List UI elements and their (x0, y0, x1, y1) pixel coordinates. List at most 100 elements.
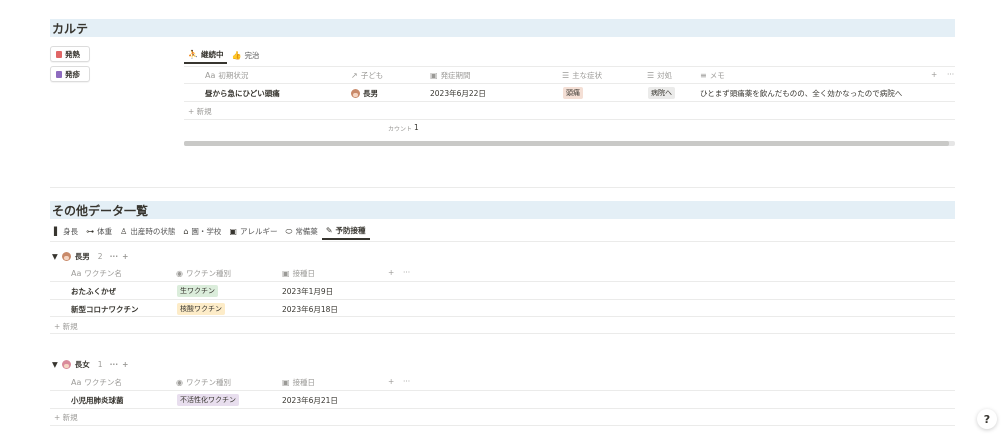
col-label: 接種日 (292, 269, 316, 278)
group-count: 1 (97, 360, 103, 369)
fever-button-label: 発熱 (65, 49, 80, 59)
vaccine-date[interactable]: 2023年6月21日 (282, 395, 338, 406)
add-property-icon[interactable]: + (388, 268, 394, 277)
text-icon: Aa (71, 377, 82, 387)
col-label: 主な症状 (572, 71, 603, 80)
tab-cured-label: 完治 (244, 51, 260, 60)
divider (184, 101, 955, 102)
more-icon[interactable]: ··· (110, 252, 119, 261)
col-label: 初期状況 (218, 71, 249, 80)
col-memo[interactable]: ≡ メモ (700, 70, 725, 81)
fever-button[interactable]: 発熱 (50, 46, 90, 62)
more-icon[interactable]: ··· (110, 360, 119, 369)
tab-label: 身長 (63, 227, 79, 236)
tab-vaccination[interactable]: ✎ 予防接種 (321, 223, 370, 240)
karte-tabs: ⛹ 継続中 👍 完治 (184, 47, 263, 64)
row-initial[interactable]: 昼から急にひどい頭痛 (205, 88, 280, 99)
calendar-icon: ▣ (430, 70, 438, 80)
plus-icon: + (54, 322, 63, 331)
calendar-icon: ▣ (282, 268, 290, 278)
scrollbar-thumb[interactable] (184, 141, 949, 146)
rash-button-label: 発疹 (65, 69, 80, 79)
collapse-icon[interactable]: ▼ (52, 252, 58, 261)
col-initial[interactable]: Aa 初期状況 (205, 70, 248, 81)
other-tabs: ▌ 身長 ⊶ 体重 ♙ 出産時の状態 ⌂ 園・学校 ▣ アレルギー ⬭ 常備薬 ✎ 予防接種 (50, 223, 370, 240)
col-label: メモ (709, 71, 725, 80)
col-label: 接種日 (292, 378, 316, 387)
col-vaccine-date[interactable]: ▣ 接種日 (282, 377, 315, 388)
col-action[interactable]: ☰ 対処 (647, 70, 672, 81)
group-header-daughter[interactable]: ▼ 長女 1 ··· + (52, 359, 128, 370)
karte-new-button[interactable]: + 新規 (188, 106, 212, 117)
col-child[interactable]: ↗ 子ども (351, 70, 383, 81)
tab-label: アレルギー (239, 227, 278, 236)
other-title: その他データ一覧 (52, 204, 149, 218)
symptom-tag[interactable]: 頭痛 (563, 87, 583, 99)
vaccine-date[interactable]: 2023年6月18日 (282, 304, 338, 315)
col-symptom[interactable]: ☰ 主な症状 (562, 70, 602, 81)
vaccine-name[interactable]: 新型コロナワクチン (71, 304, 139, 315)
add-property-icon[interactable]: + (388, 377, 394, 386)
tab-cured[interactable]: 👍 完治 (227, 47, 263, 64)
group-name: 長女 (74, 360, 90, 369)
vaccine-date[interactable]: 2023年1月9日 (282, 286, 333, 297)
add-icon[interactable]: + (122, 360, 128, 369)
tab-ongoing[interactable]: ⛹ 継続中 (184, 47, 228, 64)
plus-icon: + (54, 413, 63, 422)
divider (50, 299, 955, 300)
add-icon[interactable]: + (122, 252, 128, 261)
vaccine-type-tag[interactable]: 不活性化ワクチン (177, 394, 239, 406)
col-vaccine-type[interactable]: ◉ ワクチン種別 (176, 268, 231, 279)
collapse-icon[interactable]: ▼ (52, 360, 58, 369)
row-child-label: 長男 (363, 89, 378, 98)
tab-medicine[interactable]: ⬭ 常備薬 (281, 223, 321, 240)
group-header-son[interactable]: ▼ 長男 2 ··· + (52, 251, 128, 262)
vaccine-name[interactable]: おたふくかぜ (71, 286, 116, 297)
karte-heading: カルテ (50, 19, 955, 37)
vaccine-type-tag[interactable]: 核酸ワクチン (177, 303, 225, 315)
divider (184, 83, 955, 84)
calendar-icon: ▣ (282, 377, 290, 387)
divider (50, 281, 955, 282)
col-label: ワクチン名 (84, 378, 122, 387)
tab-school[interactable]: ⌂ 園・学校 (179, 223, 225, 240)
running-icon: ⛹ (188, 49, 198, 59)
bag-icon: ▣ (229, 226, 237, 236)
col-label: ワクチン名 (84, 269, 122, 278)
action-tag[interactable]: 病院へ (648, 87, 675, 99)
vaccine-name[interactable]: 小児用肺炎球菌 (71, 395, 124, 406)
rash-button[interactable]: 発疹 (50, 66, 90, 82)
more-icon[interactable]: ··· (403, 377, 410, 386)
tab-weight[interactable]: ⊶ 体重 (82, 223, 116, 240)
new-label: 新規 (62, 413, 78, 422)
status-icon: ◉ (176, 268, 183, 278)
vaccine-type-tag[interactable]: 生ワクチン (177, 285, 218, 297)
tab-allergy[interactable]: ▣ アレルギー (225, 223, 281, 240)
son-new-button[interactable]: + 新規 (54, 321, 78, 332)
tab-birth[interactable]: ♙ 出産時の状態 (116, 223, 179, 240)
add-property-icon[interactable]: + (931, 70, 937, 79)
more-icon[interactable]: ··· (403, 268, 410, 277)
relation-icon: ↗ (351, 70, 358, 80)
daughter-new-button[interactable]: + 新規 (54, 412, 78, 423)
more-icon[interactable]: ··· (947, 70, 954, 79)
tab-height[interactable]: ▌ 身長 (50, 223, 82, 240)
dumbbell-icon: ⊶ (86, 226, 95, 236)
col-label: 発症期間 (440, 71, 471, 80)
status-icon: ◉ (176, 377, 183, 387)
col-vaccine-type[interactable]: ◉ ワクチン種別 (176, 377, 231, 388)
col-vaccine-date[interactable]: ▣ 接種日 (282, 268, 315, 279)
row-child[interactable]: 長男 (351, 88, 378, 99)
avatar (351, 89, 360, 98)
col-period[interactable]: ▣ 発症期間 (430, 70, 471, 81)
col-vaccine-name[interactable]: Aa ワクチン名 (71, 377, 122, 388)
row-memo[interactable]: ひとまず頭痛薬を飲んだものの、全く効かなったので病院へ (700, 88, 902, 99)
row-period[interactable]: 2023年6月22日 (430, 88, 486, 99)
new-label: 新規 (196, 107, 212, 116)
help-button[interactable]: ? (977, 409, 997, 429)
syringe-icon: ✎ (325, 225, 333, 235)
new-label: 新規 (62, 322, 78, 331)
text-lines-icon: ≡ (700, 70, 707, 80)
col-vaccine-name[interactable]: Aa ワクチン名 (71, 268, 122, 279)
tab-label: 出産時の状態 (130, 227, 176, 236)
